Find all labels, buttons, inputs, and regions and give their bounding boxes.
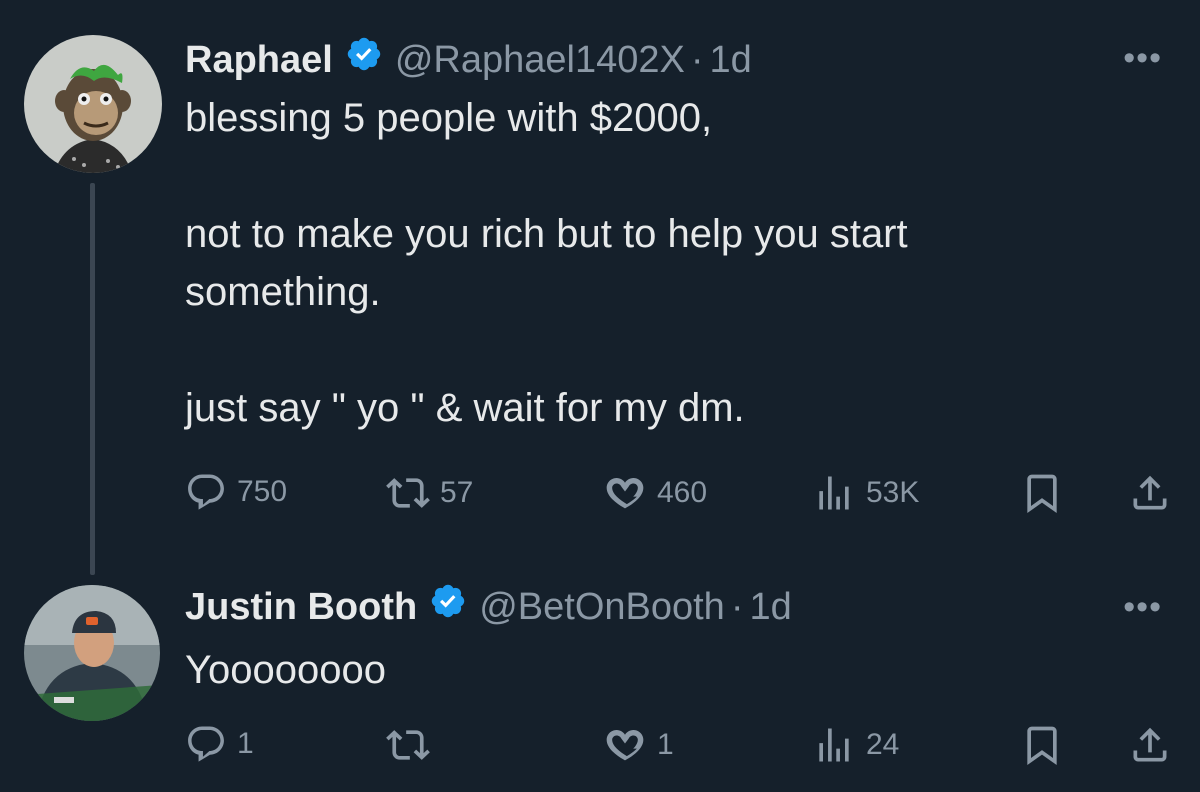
- views-button[interactable]: 53K: [812, 471, 919, 515]
- like-count: 460: [657, 476, 708, 509]
- retweet-arrows-icon: [386, 478, 430, 508]
- bar-chart-icon: [819, 728, 849, 762]
- timestamp[interactable]: 1d: [749, 584, 791, 630]
- timestamp[interactable]: 1d: [710, 37, 752, 83]
- reply-count: 750: [237, 475, 288, 508]
- speech-bubble-icon: [188, 474, 224, 510]
- avatar[interactable]: [24, 585, 160, 721]
- like-button[interactable]: 460: [603, 471, 707, 515]
- bookmark-icon: [1027, 474, 1057, 514]
- tweet-text-line: blessing 5 people with $2000,: [185, 96, 713, 140]
- tweet-raphael[interactable]: Raphael @Raphael1402X · 1d ••• blessing …: [0, 0, 1200, 575]
- user-handle[interactable]: @BetOnBooth: [479, 584, 725, 630]
- tweet-text: Yoooooooo: [185, 641, 1145, 699]
- tweet-actions: 750 57 460 53K: [0, 468, 1200, 518]
- more-options-icon[interactable]: •••: [1123, 41, 1162, 75]
- share-button[interactable]: [1128, 723, 1172, 767]
- views-button[interactable]: 24: [812, 723, 899, 767]
- like-count: 1: [657, 728, 674, 761]
- share-upload-icon: [1133, 727, 1167, 762]
- reply-button[interactable]: 750: [185, 471, 287, 513]
- tweet-text-line: just say " yo " & wait for my dm.: [185, 386, 745, 430]
- tweet-text-line: Yoooooooo: [185, 648, 386, 692]
- tweet-text-line: not to make you rich but to help you sta…: [185, 212, 908, 256]
- bookmark-button[interactable]: [1020, 471, 1064, 515]
- views-count: 53K: [866, 476, 920, 509]
- heart-icon: [606, 729, 644, 761]
- tweet-justin-booth[interactable]: Justin Booth @BetOnBooth · 1d ••• Yooooo…: [0, 575, 1200, 792]
- retweet-button[interactable]: [386, 723, 440, 767]
- avatar[interactable]: [24, 35, 162, 173]
- display-name[interactable]: Raphael: [185, 37, 333, 83]
- tweet-text-line: [185, 147, 1145, 205]
- tweet-text-line: something.: [185, 270, 381, 314]
- display-name[interactable]: Justin Booth: [185, 584, 417, 630]
- tweet-header: Justin Booth @BetOnBooth · 1d: [185, 582, 792, 631]
- user-handle[interactable]: @Raphael1402X: [395, 37, 685, 83]
- views-count: 24: [866, 728, 900, 761]
- heart-icon: [606, 477, 644, 509]
- separator-dot: ·: [690, 38, 704, 81]
- tweet-actions: 1 1 24: [0, 720, 1200, 770]
- share-button[interactable]: [1128, 471, 1172, 515]
- bar-chart-icon: [819, 476, 849, 510]
- tweet-text: blessing 5 people with $2000, not to mak…: [185, 89, 1145, 437]
- more-options-icon[interactable]: •••: [1123, 590, 1162, 624]
- tweet-text-line: [185, 321, 1145, 379]
- like-button[interactable]: 1: [603, 723, 674, 767]
- retweet-button[interactable]: 57: [386, 471, 473, 515]
- retweet-count: 57: [440, 476, 474, 509]
- separator-dot: ·: [730, 585, 744, 628]
- reply-button[interactable]: 1: [185, 723, 254, 765]
- verified-badge-icon: [429, 582, 467, 631]
- retweet-arrows-icon: [386, 730, 430, 760]
- verified-badge-icon: [345, 35, 383, 84]
- tweet-header: Raphael @Raphael1402X · 1d: [185, 35, 752, 84]
- share-upload-icon: [1133, 475, 1167, 510]
- bookmark-icon: [1027, 726, 1057, 766]
- reply-count: 1: [237, 727, 254, 760]
- bookmark-button[interactable]: [1020, 723, 1064, 767]
- speech-bubble-icon: [188, 726, 224, 762]
